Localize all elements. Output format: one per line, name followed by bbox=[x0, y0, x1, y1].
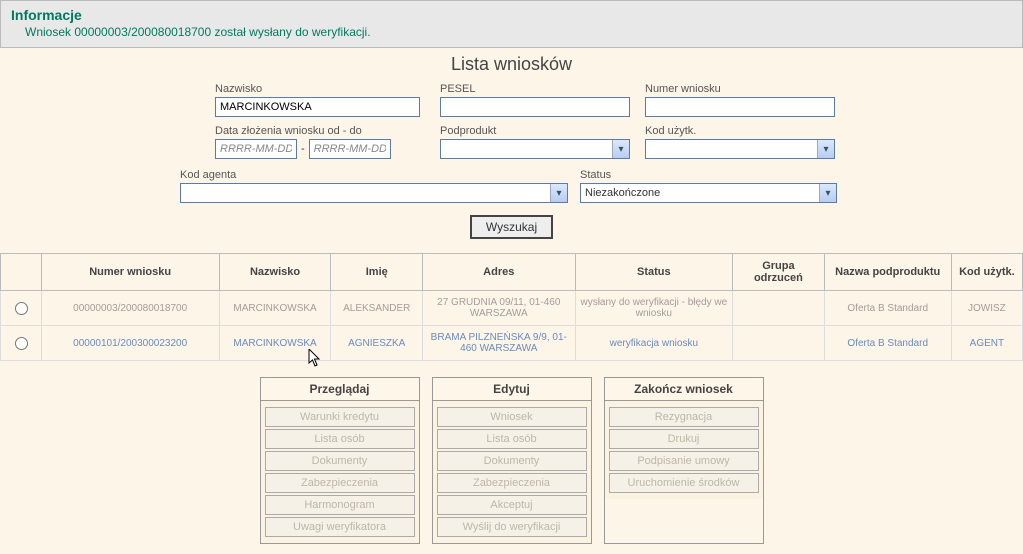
nazwisko-input[interactable] bbox=[215, 97, 420, 117]
zakoncz-uruchomienie-srodkow[interactable]: Uruchomienie środków bbox=[609, 473, 759, 493]
chevron-down-icon bbox=[550, 184, 567, 202]
przegladaj-zabezpieczenia[interactable]: Zabezpieczenia bbox=[265, 473, 415, 493]
col-nazwisko: Nazwisko bbox=[219, 254, 331, 291]
col-nazwa: Nazwa podproduktu bbox=[824, 254, 951, 291]
przegladaj-lista-osob[interactable]: Lista osób bbox=[265, 429, 415, 449]
results-table: Numer wniosku Nazwisko Imię Adres Status… bbox=[0, 253, 1023, 361]
kod-agenta-label: Kod agenta bbox=[180, 169, 575, 181]
edytuj-zabezpieczenia[interactable]: Zabezpieczenia bbox=[437, 473, 587, 493]
col-grupa: Grupa odrzuceń bbox=[733, 254, 825, 291]
info-heading: Informacje bbox=[11, 7, 1012, 23]
status-label: Status bbox=[580, 169, 840, 181]
kod-uzytk-select[interactable] bbox=[645, 139, 835, 159]
search-button[interactable]: Wyszukaj bbox=[470, 215, 553, 239]
col-kod: Kod użytk. bbox=[951, 254, 1022, 291]
numer-wniosku-input[interactable] bbox=[645, 97, 835, 117]
nazwisko-label: Nazwisko bbox=[215, 83, 440, 95]
info-message: Wniosek 00000003/200080018700 został wys… bbox=[11, 25, 1012, 39]
row-select-radio[interactable] bbox=[15, 337, 28, 350]
kod-agenta-select[interactable] bbox=[180, 183, 568, 203]
pesel-label: PESEL bbox=[440, 83, 645, 95]
col-adres: Adres bbox=[423, 254, 576, 291]
row-select-radio[interactable] bbox=[15, 302, 28, 315]
zakoncz-drukuj[interactable]: Drukuj bbox=[609, 429, 759, 449]
przegladaj-uwagi-weryfikatora[interactable]: Uwagi weryfikatora bbox=[265, 517, 415, 537]
info-banner: Informacje Wniosek 00000003/200080018700… bbox=[0, 0, 1023, 48]
zakoncz-podpisanie-umowy[interactable]: Podpisanie umowy bbox=[609, 451, 759, 471]
chevron-down-icon bbox=[819, 184, 836, 202]
numer-wniosku-label: Numer wniosku bbox=[645, 83, 850, 95]
group-zakoncz: Zakończ wniosek Rezygnacja Drukuj Podpis… bbox=[604, 377, 764, 544]
podprodukt-select[interactable] bbox=[440, 139, 630, 159]
kod-uzytk-label: Kod użytk. bbox=[645, 125, 850, 137]
pesel-input[interactable] bbox=[440, 97, 630, 117]
przegladaj-warunki-kredytu[interactable]: Warunki kredytu bbox=[265, 407, 415, 427]
edytuj-dokumenty[interactable]: Dokumenty bbox=[437, 451, 587, 471]
przegladaj-harmonogram[interactable]: Harmonogram bbox=[265, 495, 415, 515]
edytuj-lista-osob[interactable]: Lista osób bbox=[437, 429, 587, 449]
edytuj-wniosek[interactable]: Wniosek bbox=[437, 407, 587, 427]
przegladaj-dokumenty[interactable]: Dokumenty bbox=[265, 451, 415, 471]
zakoncz-rezygnacja[interactable]: Rezygnacja bbox=[609, 407, 759, 427]
table-row: 00000101/200300023200 MARCINKOWSKA AGNIE… bbox=[1, 326, 1023, 361]
wniosek-link[interactable]: 00000101/200300023200 bbox=[73, 338, 187, 349]
data-od-input[interactable] bbox=[215, 139, 297, 159]
data-zlozenia-label: Data złożenia wniosku od - do bbox=[215, 125, 440, 137]
chevron-down-icon bbox=[612, 140, 629, 158]
col-numer: Numer wniosku bbox=[41, 254, 219, 291]
edytuj-wyslij-do-weryfikacji[interactable]: Wyślij do weryfikacji bbox=[437, 517, 587, 537]
edytuj-akceptuj[interactable]: Akceptuj bbox=[437, 495, 587, 515]
col-imie: Imię bbox=[331, 254, 423, 291]
page-title: Lista wniosków bbox=[0, 48, 1023, 79]
status-select[interactable]: Niezakończone bbox=[580, 183, 837, 203]
col-status: Status bbox=[575, 254, 733, 291]
group-edytuj: Edytuj Wniosek Lista osób Dokumenty Zabe… bbox=[432, 377, 592, 544]
col-select bbox=[1, 254, 42, 291]
filter-panel: Nazwisko PESEL Numer wniosku Data złożen… bbox=[0, 79, 1023, 253]
chevron-down-icon bbox=[817, 140, 834, 158]
data-do-input[interactable] bbox=[309, 139, 391, 159]
table-row: 00000003/200080018700 MARCINKOWSKA ALEKS… bbox=[1, 291, 1023, 326]
group-przegladaj: Przeglądaj Warunki kredytu Lista osób Do… bbox=[260, 377, 420, 544]
action-area: Przeglądaj Warunki kredytu Lista osób Do… bbox=[0, 361, 1023, 554]
podprodukt-label: Podprodukt bbox=[440, 125, 645, 137]
